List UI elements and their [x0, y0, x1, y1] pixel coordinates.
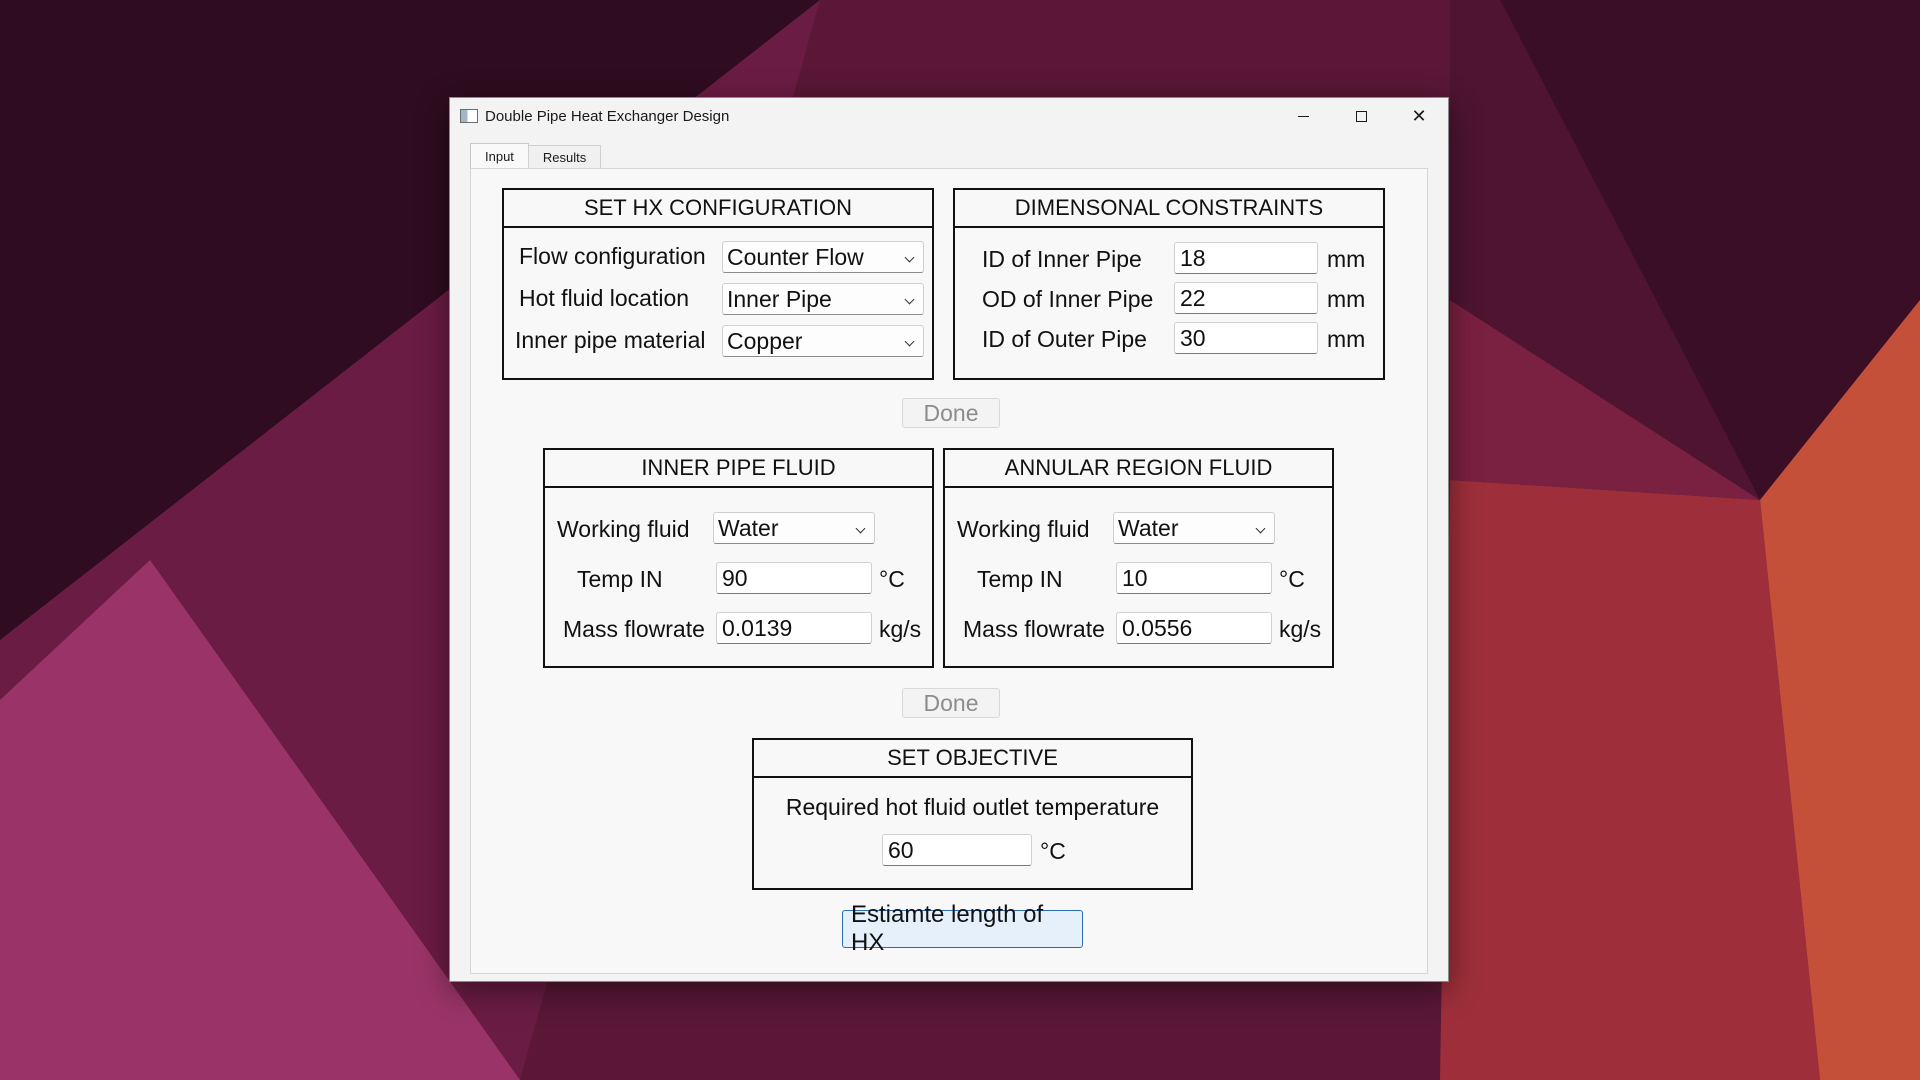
unit-label: mm	[1327, 286, 1366, 312]
temp-unit-label: °C	[879, 566, 905, 592]
id-outer-pipe-value: 30	[1180, 324, 1206, 351]
flow-configuration-select[interactable]: Counter Flow	[722, 241, 924, 273]
tab-results[interactable]: Results	[527, 145, 602, 169]
od-inner-pipe-value: 22	[1180, 284, 1206, 311]
chevron-down-icon	[904, 252, 915, 263]
annular-mass-flowrate-value: 0.0556	[1122, 614, 1193, 641]
close-button[interactable]: ✕	[1390, 98, 1448, 134]
inner-mass-flowrate-value: 0.0139	[722, 614, 793, 641]
close-icon: ✕	[1411, 105, 1427, 126]
annular-temp-in-input[interactable]: 10	[1116, 562, 1272, 594]
group-title: DIMENSONAL CONSTRAINTS	[955, 190, 1383, 228]
annular-working-fluid-select[interactable]: Water	[1113, 512, 1275, 544]
unit-label: mm	[1327, 246, 1366, 272]
input-tab-pane: SET HX CONFIGURATION Flow configuration …	[470, 168, 1428, 974]
flow-configuration-label: Flow configuration	[519, 243, 706, 269]
annular-mass-flowrate-input[interactable]: 0.0556	[1116, 612, 1272, 644]
app-window: Double Pipe Heat Exchanger Design ✕ Inpu…	[449, 97, 1449, 982]
inner-temp-in-input[interactable]: 90	[716, 562, 872, 594]
objective-unit-label: °C	[1040, 838, 1066, 864]
annular-temp-in-value: 10	[1122, 564, 1148, 591]
done-button-fluids[interactable]: Done	[902, 688, 1000, 718]
inner-temp-in-value: 90	[722, 564, 748, 591]
group-title: SET HX CONFIGURATION	[504, 190, 932, 228]
od-inner-pipe-label: OD of Inner Pipe	[982, 286, 1154, 312]
flow-configuration-value: Counter Flow	[727, 243, 864, 270]
group-title: INNER PIPE FLUID	[545, 450, 932, 488]
inner-pipe-fluid-group: INNER PIPE FLUID Working fluid Water Tem…	[543, 448, 934, 668]
inner-working-fluid-value: Water	[718, 514, 779, 541]
objective-temperature-input[interactable]: 60	[882, 834, 1032, 866]
inner-working-fluid-select[interactable]: Water	[713, 512, 875, 544]
title-bar[interactable]: Double Pipe Heat Exchanger Design ✕	[450, 98, 1448, 134]
objective-temperature-value: 60	[888, 836, 914, 863]
id-inner-pipe-input[interactable]: 18	[1174, 242, 1318, 274]
flow-unit-label: kg/s	[1279, 616, 1322, 642]
inner-mass-flowrate-input[interactable]: 0.0139	[716, 612, 872, 644]
chevron-down-icon	[904, 294, 915, 305]
temp-in-label: Temp IN	[577, 566, 663, 592]
minimize-button[interactable]	[1274, 98, 1332, 134]
dimensional-constraints-group: DIMENSONAL CONSTRAINTS ID of Inner Pipe …	[953, 188, 1385, 380]
mass-flowrate-label: Mass flowrate	[563, 616, 705, 642]
id-outer-pipe-input[interactable]: 30	[1174, 322, 1318, 354]
chevron-down-icon	[904, 336, 915, 347]
annular-region-fluid-group: ANNULAR REGION FLUID Working fluid Water…	[943, 448, 1334, 668]
estimate-length-button[interactable]: Estiamte length of HX	[842, 901, 1083, 956]
id-inner-pipe-value: 18	[1180, 244, 1206, 271]
id-inner-pipe-label: ID of Inner Pipe	[982, 246, 1142, 272]
mass-flowrate-label: Mass flowrate	[963, 616, 1105, 642]
flow-unit-label: kg/s	[879, 616, 922, 642]
inner-pipe-material-select[interactable]: Copper	[722, 325, 924, 357]
done-button-configuration[interactable]: Done	[902, 398, 1000, 428]
chevron-down-icon	[1255, 523, 1266, 534]
maximize-button[interactable]	[1332, 98, 1390, 134]
tab-input[interactable]: Input	[470, 143, 529, 169]
window-title: Double Pipe Heat Exchanger Design	[485, 107, 730, 125]
hot-fluid-location-select[interactable]: Inner Pipe	[722, 283, 924, 315]
chevron-down-icon	[855, 523, 866, 534]
inner-pipe-material-value: Copper	[727, 327, 803, 354]
unit-label: mm	[1327, 326, 1366, 352]
inner-pipe-material-label: Inner pipe material	[515, 327, 706, 353]
group-title: SET OBJECTIVE	[754, 740, 1191, 778]
maximize-icon	[1355, 110, 1367, 122]
app-icon	[460, 109, 478, 123]
annular-working-fluid-value: Water	[1118, 514, 1179, 541]
working-fluid-label: Working fluid	[957, 516, 1090, 542]
objective-group: SET OBJECTIVE Required hot fluid outlet …	[752, 738, 1193, 890]
od-inner-pipe-input[interactable]: 22	[1174, 282, 1318, 314]
hot-fluid-location-label: Hot fluid location	[519, 285, 690, 311]
objective-description: Required hot fluid outlet temperature	[785, 794, 1160, 820]
group-title: ANNULAR REGION FLUID	[945, 450, 1332, 488]
hx-configuration-group: SET HX CONFIGURATION Flow configuration …	[502, 188, 934, 380]
hot-fluid-location-value: Inner Pipe	[727, 285, 832, 312]
tab-bar: Input Results	[470, 143, 602, 169]
minimize-icon	[1297, 115, 1309, 117]
temp-in-label: Temp IN	[977, 566, 1063, 592]
temp-unit-label: °C	[1279, 566, 1305, 592]
id-outer-pipe-label: ID of Outer Pipe	[982, 326, 1147, 352]
working-fluid-label: Working fluid	[557, 516, 690, 542]
